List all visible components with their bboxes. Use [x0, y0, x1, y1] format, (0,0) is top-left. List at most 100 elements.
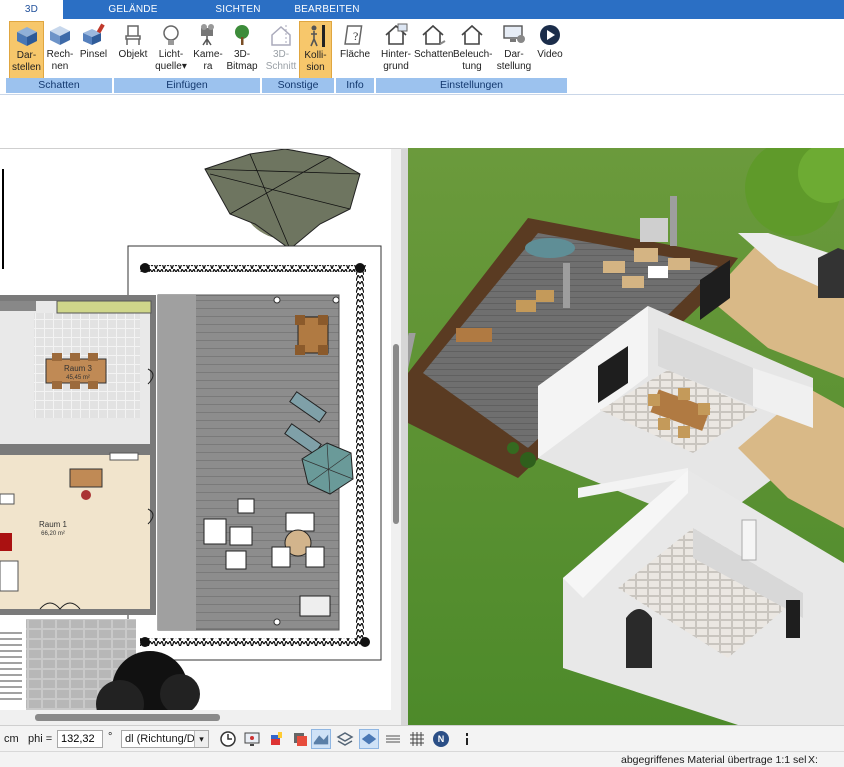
darstellen-label-1: Dar-	[16, 50, 37, 61]
flaeche-button[interactable]: ? Fläche	[338, 21, 372, 79]
room-area: 66,20 m²	[41, 531, 65, 537]
room-label-raum1: Raum 1 66,20 m²	[28, 521, 78, 538]
bitmap-label-1: 3D-	[233, 49, 251, 60]
darstellen-button[interactable]: Dar- stellen	[9, 21, 44, 79]
pinsel-button[interactable]: Pinsel	[77, 21, 110, 79]
darstellen-label-2: stellen	[12, 62, 41, 73]
vertical-dots-icon[interactable]	[457, 729, 477, 749]
lichtquelle-button[interactable]: Licht- quelle▾	[152, 21, 190, 79]
direction-select-value: dl (Richtung/Di	[125, 733, 198, 745]
floor-plan-view[interactable]: Raum 3 45,45 m² Raum 1 66,20 m²	[0, 148, 401, 710]
lightbulb-icon	[163, 25, 179, 45]
chevron-down-icon[interactable]: ▾	[194, 731, 208, 747]
cube-render-icon	[50, 26, 70, 45]
kamera-label-2: ra	[203, 61, 213, 72]
floor-plan-drawing[interactable]	[0, 149, 401, 710]
objekt-button[interactable]: Objekt	[116, 21, 150, 79]
coordinate-x-label: X:	[808, 754, 818, 766]
objekt-label: Objekt	[118, 49, 148, 60]
group-einstellungen: Einstellungen	[376, 78, 567, 93]
lichtquelle-label-2: quelle	[155, 61, 182, 72]
unit-label: cm	[4, 733, 19, 745]
schatten-button[interactable]: Schatten	[414, 21, 454, 79]
cube-brush-icon	[82, 23, 105, 45]
plan-vscroll-thumb[interactable]	[393, 344, 399, 524]
chair-icon	[125, 25, 141, 45]
group-einfuegen: Einfügen	[114, 78, 260, 93]
plane-view-icon[interactable]	[359, 729, 379, 749]
terrain-view-icon[interactable]	[311, 729, 331, 749]
camera-icon	[201, 24, 214, 46]
kollision-label-2: sion	[306, 62, 325, 73]
paint-bucket-icon[interactable]	[266, 729, 286, 749]
schnitt-label-2: Schnitt	[265, 61, 297, 72]
room-name: Raum 1	[38, 520, 67, 529]
plan-vertical-scrollbar[interactable]	[391, 149, 401, 710]
ribbon-tab-bar: 3D GELÄNDE SICHTEN BEARBEITEN	[0, 0, 844, 20]
rechnen-button[interactable]: Rech- nen	[45, 21, 75, 79]
plan-hscroll-thumb[interactable]	[35, 714, 220, 721]
video-button[interactable]: Video	[534, 21, 566, 79]
north-letter: N	[433, 731, 449, 747]
phi-input[interactable]	[57, 730, 103, 748]
tab-sichten[interactable]: SICHTEN	[203, 0, 273, 19]
schnitt-label-1: 3D-	[272, 49, 290, 60]
room-name: Raum 3	[63, 364, 92, 373]
status-message: abgegriffenes Material übertrage 1:1 sel	[621, 754, 807, 766]
pane-splitter[interactable]	[401, 148, 408, 725]
svg-text:?: ?	[353, 29, 358, 43]
house-shadow-icon	[422, 24, 446, 45]
beleuchtung-button[interactable]: Beleuch- tung	[453, 21, 493, 79]
house-background-icon	[385, 23, 408, 45]
tab-bearbeiten[interactable]: BEARBEITEN	[290, 0, 364, 19]
view-3d[interactable]	[408, 148, 844, 725]
kamera-label-1: Kame-	[193, 49, 223, 60]
chevron-down-icon[interactable]: ▾	[182, 61, 187, 72]
terrace-table[interactable]	[295, 315, 329, 355]
degree-label: °	[108, 731, 113, 743]
view-toolbar: cm phi = ° dl (Richtung/Di ▾ N	[0, 725, 844, 751]
clock-icon[interactable]	[218, 729, 238, 749]
rechnen-label-2: nen	[51, 61, 69, 72]
bitmap-3d-button[interactable]: 3D- Bitmap	[225, 21, 259, 79]
plan-horizontal-scrollbar[interactable]	[0, 710, 401, 725]
kamera-button[interactable]: Kame- ra	[191, 21, 225, 79]
hintergrund-label-1: Hinter-	[380, 49, 411, 60]
3d-render[interactable]	[408, 148, 844, 725]
room-label-raum3: Raum 3 45,45 m²	[53, 365, 103, 382]
tree-icon	[235, 25, 249, 45]
area-info-icon: ?	[344, 25, 363, 45]
monitor-settings-icon	[503, 25, 525, 43]
phi-label: phi =	[28, 733, 53, 745]
grid-icon[interactable]	[407, 729, 427, 749]
schatten-label: Schatten	[414, 49, 454, 60]
sun-shadow-icon[interactable]	[290, 729, 310, 749]
hintergrund-label-2: grund	[383, 61, 409, 72]
darstellung-label-1: Dar-	[504, 49, 524, 60]
north-compass-icon[interactable]: N	[431, 729, 451, 749]
direction-select[interactable]: dl (Richtung/Di ▾	[121, 730, 209, 748]
darstellung-button[interactable]: Dar- stellung	[494, 21, 534, 79]
beleuchtung-label-1: Beleuch-	[453, 49, 493, 60]
group-schatten: Schatten	[6, 78, 112, 93]
cube-solid-icon	[16, 27, 37, 46]
group-sonstige: Sonstige	[262, 78, 334, 93]
tab-3d[interactable]: 3D	[0, 0, 63, 20]
monitor-icon[interactable]	[242, 729, 262, 749]
beleuchtung-label-2: tung	[462, 61, 482, 72]
collision-person-icon	[309, 25, 325, 47]
tree-symbol	[204, 149, 361, 250]
kollision-label-1: Kolli-	[304, 50, 327, 61]
darstellung-label-2: stellung	[496, 61, 532, 72]
hintergrund-button[interactable]: Hinter- grund	[377, 21, 415, 79]
ribbon: Dar- stellen Rech- nen Pinsel Objekt Lic…	[0, 19, 844, 95]
lichtquelle-label-1: Licht-	[158, 49, 184, 60]
schnitt-3d-button[interactable]: 3D- Schnitt	[264, 21, 298, 79]
layers-icon[interactable]	[335, 729, 355, 749]
kollision-button[interactable]: Kolli- sion	[299, 21, 332, 79]
stack-icon[interactable]	[383, 729, 403, 749]
section-cut-icon	[271, 25, 291, 46]
room-area: 45,45 m²	[66, 375, 90, 381]
tab-gelaende[interactable]: GELÄNDE	[98, 0, 168, 19]
group-info: Info	[336, 78, 374, 93]
